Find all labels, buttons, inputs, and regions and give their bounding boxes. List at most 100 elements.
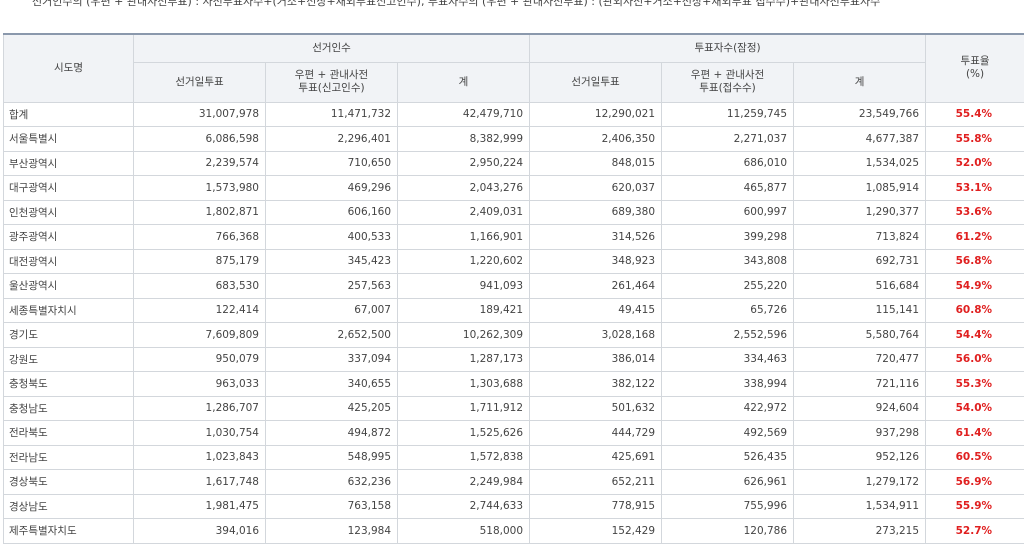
table-row: 합계31,007,97811,471,73242,479,71012,290,0… <box>4 102 1024 127</box>
electors-total-cell: 1,525,626 <box>398 421 530 446</box>
voters-day-cell: 2,406,350 <box>530 127 662 152</box>
electors-mail-cell: 710,650 <box>266 151 398 176</box>
turnout-rate-cell: 54.4% <box>926 323 1024 348</box>
turnout-rate-cell: 53.1% <box>926 176 1024 201</box>
region-cell: 경상북도 <box>4 470 134 495</box>
turnout-rate-cell: 61.2% <box>926 225 1024 250</box>
table-row: 강원도950,079337,0941,287,173386,014334,463… <box>4 347 1024 372</box>
voters-day-cell: 12,290,021 <box>530 102 662 127</box>
electors-total-cell: 2,043,276 <box>398 176 530 201</box>
electors-mail-cell: 2,296,401 <box>266 127 398 152</box>
electors-mail-cell: 763,158 <box>266 494 398 519</box>
electors-total-cell: 10,262,309 <box>398 323 530 348</box>
region-cell: 울산광역시 <box>4 274 134 299</box>
voters-day-cell: 386,014 <box>530 347 662 372</box>
voters-mail-cell: 2,552,596 <box>662 323 794 348</box>
turnout-table: 시도명 선거인수 투표자수(잠정) 투표율 (%) 선거일투표 우편 + 관내사… <box>3 33 1024 544</box>
table-row: 경상북도1,617,748632,2362,249,984652,211626,… <box>4 470 1024 495</box>
electors-day-cell: 950,079 <box>134 347 266 372</box>
table-row: 인천광역시1,802,871606,1602,409,031689,380600… <box>4 200 1024 225</box>
electors-mail-cell: 469,296 <box>266 176 398 201</box>
region-cell: 합계 <box>4 102 134 127</box>
turnout-rate-cell: 55.9% <box>926 494 1024 519</box>
turnout-rate-cell: 55.3% <box>926 372 1024 397</box>
voters-mail-cell: 686,010 <box>662 151 794 176</box>
voters-mail-cell: 255,220 <box>662 274 794 299</box>
voters-day-cell: 689,380 <box>530 200 662 225</box>
electors-day-cell: 1,573,980 <box>134 176 266 201</box>
header-electors-group: 선거인수 <box>134 34 530 62</box>
turnout-rate-cell: 53.6% <box>926 200 1024 225</box>
turnout-rate-cell: 54.9% <box>926 274 1024 299</box>
voters-total-cell: 1,534,911 <box>794 494 926 519</box>
electors-day-cell: 766,368 <box>134 225 266 250</box>
voters-total-cell: 4,677,387 <box>794 127 926 152</box>
voters-day-cell: 501,632 <box>530 396 662 421</box>
electors-total-cell: 2,744,633 <box>398 494 530 519</box>
electors-day-cell: 1,617,748 <box>134 470 266 495</box>
voters-mail-cell: 65,726 <box>662 298 794 323</box>
region-cell: 제주특별자치도 <box>4 519 134 544</box>
electors-total-cell: 518,000 <box>398 519 530 544</box>
table-row: 대구광역시1,573,980469,2962,043,276620,037465… <box>4 176 1024 201</box>
header-voters-group: 투표자수(잠정) <box>530 34 926 62</box>
electors-mail-cell: 340,655 <box>266 372 398 397</box>
voters-mail-cell: 465,877 <box>662 176 794 201</box>
electors-total-cell: 2,950,224 <box>398 151 530 176</box>
table-row: 전라북도1,030,754494,8721,525,626444,729492,… <box>4 421 1024 446</box>
electors-day-cell: 7,609,809 <box>134 323 266 348</box>
electors-day-cell: 122,414 <box>134 298 266 323</box>
electors-day-cell: 2,239,574 <box>134 151 266 176</box>
voters-day-cell: 444,729 <box>530 421 662 446</box>
voters-total-cell: 720,477 <box>794 347 926 372</box>
electors-mail-cell: 400,533 <box>266 225 398 250</box>
turnout-rate-cell: 56.9% <box>926 470 1024 495</box>
voters-day-cell: 49,415 <box>530 298 662 323</box>
electors-mail-cell: 257,563 <box>266 274 398 299</box>
voters-day-cell: 261,464 <box>530 274 662 299</box>
voters-total-cell: 713,824 <box>794 225 926 250</box>
voters-day-cell: 652,211 <box>530 470 662 495</box>
region-cell: 전라북도 <box>4 421 134 446</box>
turnout-rate-cell: 55.8% <box>926 127 1024 152</box>
region-cell: 경상남도 <box>4 494 134 519</box>
electors-mail-cell: 632,236 <box>266 470 398 495</box>
voters-mail-cell: 755,996 <box>662 494 794 519</box>
electors-total-cell: 1,303,688 <box>398 372 530 397</box>
voters-total-cell: 721,116 <box>794 372 926 397</box>
voters-day-cell: 314,526 <box>530 225 662 250</box>
table-row: 경상남도1,981,475763,1582,744,633778,915755,… <box>4 494 1024 519</box>
header-electors-total: 계 <box>398 62 530 102</box>
header-rate: 투표율 (%) <box>926 34 1024 102</box>
turnout-rate-cell: 56.8% <box>926 249 1024 274</box>
table-row: 제주특별자치도394,016123,984518,000152,429120,7… <box>4 519 1024 544</box>
voters-total-cell: 692,731 <box>794 249 926 274</box>
header-electors-mail: 우편 + 관내사전 투표(신고인수) <box>266 62 398 102</box>
voters-total-cell: 23,549,766 <box>794 102 926 127</box>
header-voters-total: 계 <box>794 62 926 102</box>
voters-total-cell: 937,298 <box>794 421 926 446</box>
voters-total-cell: 115,141 <box>794 298 926 323</box>
voters-day-cell: 425,691 <box>530 445 662 470</box>
voters-mail-cell: 600,997 <box>662 200 794 225</box>
electors-mail-cell: 123,984 <box>266 519 398 544</box>
voters-total-cell: 1,534,025 <box>794 151 926 176</box>
region-cell: 대전광역시 <box>4 249 134 274</box>
table-row: 서울특별시6,086,5982,296,4018,382,9992,406,35… <box>4 127 1024 152</box>
header-region: 시도명 <box>4 34 134 102</box>
electors-day-cell: 1,802,871 <box>134 200 266 225</box>
region-cell: 전라남도 <box>4 445 134 470</box>
electors-day-cell: 1,030,754 <box>134 421 266 446</box>
electors-mail-cell: 337,094 <box>266 347 398 372</box>
voters-day-cell: 3,028,168 <box>530 323 662 348</box>
voters-day-cell: 152,429 <box>530 519 662 544</box>
voters-day-cell: 348,923 <box>530 249 662 274</box>
table-row: 부산광역시2,239,574710,6502,950,224848,015686… <box>4 151 1024 176</box>
electors-mail-cell: 425,205 <box>266 396 398 421</box>
region-cell: 서울특별시 <box>4 127 134 152</box>
electors-mail-cell: 2,652,500 <box>266 323 398 348</box>
electors-total-cell: 8,382,999 <box>398 127 530 152</box>
table-row: 광주광역시766,368400,5331,166,901314,526399,2… <box>4 225 1024 250</box>
turnout-rate-cell: 52.0% <box>926 151 1024 176</box>
region-cell: 부산광역시 <box>4 151 134 176</box>
